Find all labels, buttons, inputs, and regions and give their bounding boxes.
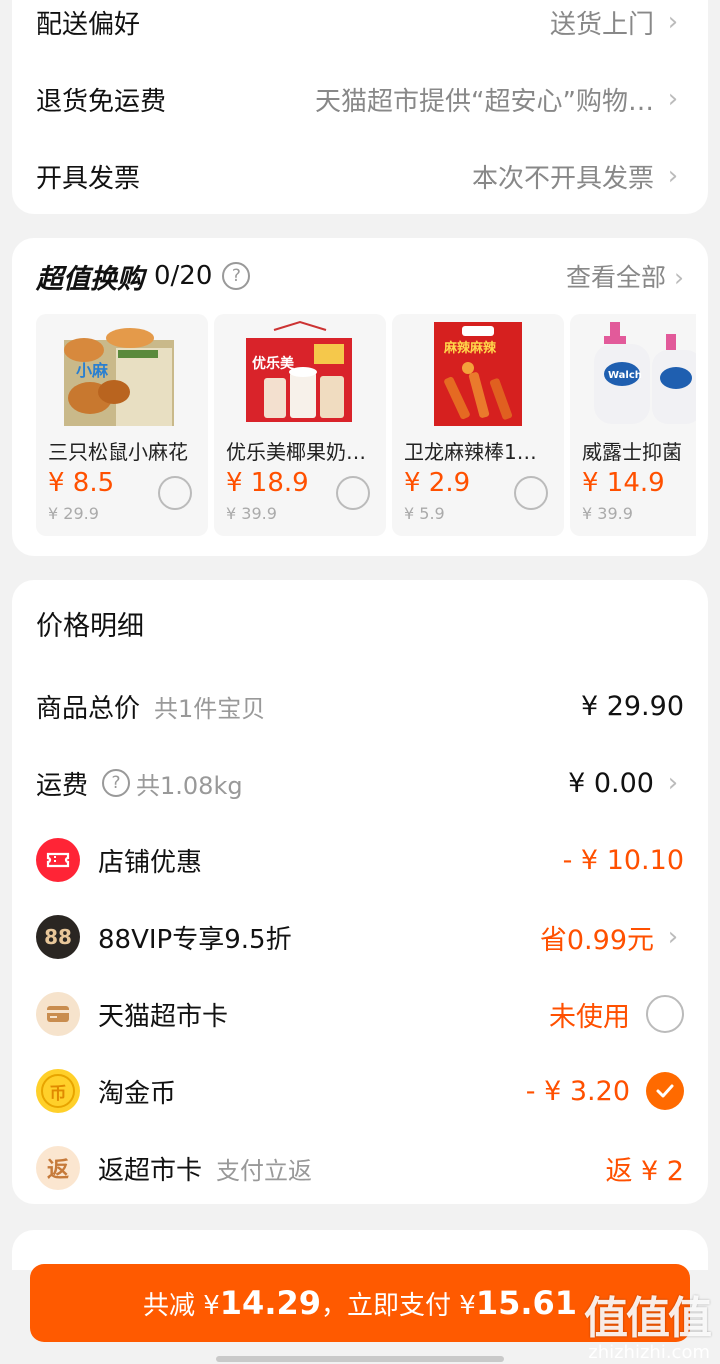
chevron-right-icon: › bbox=[667, 161, 679, 191]
coin-icon: 币 bbox=[36, 1069, 80, 1113]
product-original-price: ¥ 39.9 bbox=[582, 504, 633, 523]
watermark-logo: 值值值 bbox=[584, 1293, 712, 1344]
product-price: ¥ 2.9 bbox=[404, 468, 471, 498]
goods-total-row: 商品总价 共1件宝贝 ¥ 29.90 bbox=[36, 676, 684, 736]
taobao-coins-value: - ¥ 3.20 bbox=[525, 1075, 630, 1107]
order-options-card: 配送偏好 送货上门 › 退货免运费 天猫超市提供“超安心”购物… › 开具发票 … bbox=[12, 0, 708, 214]
svg-text:Walch: Walch bbox=[608, 370, 642, 381]
help-icon[interactable]: ? bbox=[102, 769, 131, 797]
market-card-radio[interactable] bbox=[646, 995, 684, 1033]
market-card-row[interactable]: 天猫超市卡 未使用 bbox=[36, 984, 684, 1044]
cashback-sub: 支付立返 bbox=[216, 1156, 313, 1185]
taobao-coins-label: 淘金币 bbox=[98, 1078, 177, 1109]
product-name: 三只松鼠小麻花 bbox=[48, 440, 188, 464]
pay-total-amount: 15.61 bbox=[475, 1284, 578, 1322]
svg-text:优乐美: 优乐美 bbox=[252, 355, 295, 372]
shipping-row[interactable]: 运费 ? 共1.08kg ¥ 0.00 › bbox=[36, 753, 684, 813]
product-original-price: ¥ 5.9 bbox=[404, 504, 445, 523]
exchange-product-card[interactable]: 小麻 三只松鼠小麻花 ¥ 8.5 ¥ 29.9 bbox=[36, 314, 208, 536]
exchange-product-card[interactable]: Walch 威露士抑菌 ¥ 14.9 ¥ 39.9 bbox=[570, 314, 696, 536]
vip-discount-row[interactable]: 88 88VIP专享9.5折 省0.99元 › bbox=[36, 907, 684, 967]
exchange-card: 超值换购 0/20 ? 查看全部 › 小麻 三只松鼠小麻花 ¥ 8.5 ¥ 29… bbox=[12, 238, 708, 556]
product-select-radio[interactable] bbox=[514, 476, 548, 510]
return-shipping-label: 退货免运费 bbox=[36, 86, 167, 117]
product-price: ¥ 8.5 bbox=[48, 468, 115, 498]
product-select-radio[interactable] bbox=[158, 476, 192, 510]
product-name: 卫龙麻辣棒1… bbox=[404, 440, 537, 464]
check-icon bbox=[656, 1084, 674, 1098]
shipping-value: ¥ 0.00 bbox=[568, 767, 654, 799]
cashback-row: 返 返超市卡 支付立返 返 ¥ 2 bbox=[36, 1138, 684, 1198]
market-card-label: 天猫超市卡 bbox=[98, 1001, 229, 1032]
delivery-preference-value: 送货上门 bbox=[549, 9, 654, 40]
return-shipping-row[interactable]: 退货免运费 天猫超市提供“超安心”购物… › bbox=[36, 69, 684, 129]
svg-text:小麻: 小麻 bbox=[76, 361, 109, 380]
vip-discount-value: 省0.99元 bbox=[539, 924, 654, 956]
product-original-price: ¥ 29.9 bbox=[48, 504, 99, 523]
chevron-right-icon: › bbox=[667, 7, 679, 37]
store-coupon-icon bbox=[36, 838, 80, 882]
delivery-preference-row[interactable]: 配送偏好 送货上门 › bbox=[36, 0, 684, 52]
home-indicator bbox=[216, 1356, 504, 1362]
cashback-label: 返超市卡 bbox=[98, 1155, 203, 1186]
product-image-mahua: 小麻 bbox=[64, 328, 174, 426]
delivery-preference-label: 配送偏好 bbox=[36, 9, 141, 40]
cashback-icon: 返 bbox=[36, 1146, 80, 1190]
vip-discount-label: 88VIP专享9.5折 bbox=[98, 924, 292, 955]
chevron-right-icon: › bbox=[667, 84, 679, 114]
exchange-title: 超值换购 bbox=[36, 263, 144, 295]
goods-total-label: 商品总价 bbox=[36, 693, 141, 724]
invoice-label: 开具发票 bbox=[36, 163, 141, 194]
pay-reduce-prefix: 共减 ¥ bbox=[142, 1290, 220, 1321]
price-detail-card: 价格明细 商品总价 共1件宝贝 ¥ 29.90 运费 ? 共1.08kg ¥ 0… bbox=[12, 580, 708, 1204]
view-all-label: 查看全部 bbox=[566, 263, 667, 292]
market-card-value: 未使用 bbox=[549, 1001, 630, 1033]
pay-reduce-amount: 14.29 bbox=[219, 1284, 321, 1322]
vip88-icon: 88 bbox=[36, 915, 80, 959]
taobao-coins-row[interactable]: 币 淘金币 - ¥ 3.20 bbox=[36, 1061, 684, 1121]
pay-middle-text: ，立即支付 ¥ bbox=[321, 1290, 476, 1321]
svg-text:麻辣麻辣: 麻辣麻辣 bbox=[443, 340, 497, 356]
watermark: 值值值 zhizhizhi.com bbox=[584, 1282, 712, 1363]
return-shipping-value: 天猫超市提供“超安心”购物… bbox=[315, 86, 654, 117]
exchange-product-card[interactable]: 优乐美 优乐美椰果奶… ¥ 18.9 ¥ 39.9 bbox=[214, 314, 386, 536]
product-image-latiao: 麻辣麻辣 bbox=[434, 322, 522, 426]
price-detail-title: 价格明细 bbox=[36, 611, 144, 642]
goods-count: 共1件宝贝 bbox=[154, 694, 266, 723]
store-discount-label: 店铺优惠 bbox=[98, 847, 203, 878]
coin-icon-text: 币 bbox=[41, 1074, 75, 1108]
watermark-url: zhizhizhi.com bbox=[588, 1342, 710, 1363]
chevron-right-icon: › bbox=[674, 263, 684, 292]
goods-total-value: ¥ 29.90 bbox=[580, 690, 684, 722]
product-image-milk-tea: 优乐美 bbox=[246, 320, 352, 422]
store-discount-row[interactable]: 店铺优惠 - ¥ 10.10 bbox=[36, 830, 684, 890]
product-original-price: ¥ 39.9 bbox=[226, 504, 277, 523]
product-select-radio[interactable] bbox=[336, 476, 370, 510]
vip88-icon-text: 88 bbox=[44, 925, 72, 949]
chevron-right-icon: › bbox=[667, 922, 679, 952]
product-price: ¥ 14.9 bbox=[582, 468, 665, 498]
product-name: 优乐美椰果奶… bbox=[226, 440, 366, 464]
cashback-icon-text: 返 bbox=[46, 1158, 69, 1183]
cashback-value: 返 ¥ 2 bbox=[605, 1155, 684, 1187]
exchange-count: 0/20 bbox=[154, 261, 213, 291]
product-image-handwash: Walch bbox=[594, 322, 696, 424]
help-icon[interactable]: ? bbox=[222, 262, 251, 290]
taobao-coins-checked-radio[interactable] bbox=[646, 1072, 684, 1110]
invoice-row[interactable]: 开具发票 本次不开具发票 › bbox=[36, 146, 684, 206]
exchange-products: 小麻 三只松鼠小麻花 ¥ 8.5 ¥ 29.9 优乐美 优乐美椰果奶… ¥ 18… bbox=[36, 314, 696, 536]
product-name: 威露士抑菌 bbox=[582, 440, 682, 464]
product-price: ¥ 18.9 bbox=[226, 468, 309, 498]
shipping-label: 运费 bbox=[36, 770, 89, 801]
store-discount-value: - ¥ 10.10 bbox=[562, 844, 684, 876]
chevron-right-icon: › bbox=[667, 768, 679, 798]
exchange-product-card[interactable]: 麻辣麻辣 卫龙麻辣棒1… ¥ 2.9 ¥ 5.9 bbox=[392, 314, 564, 536]
view-all-link[interactable]: 查看全部 › bbox=[566, 258, 684, 294]
market-card-icon bbox=[36, 992, 80, 1036]
shipping-weight: 共1.08kg bbox=[136, 771, 243, 800]
exchange-header: 超值换购 0/20 ? 查看全部 › bbox=[36, 248, 684, 304]
invoice-value: 本次不开具发票 bbox=[471, 163, 654, 194]
